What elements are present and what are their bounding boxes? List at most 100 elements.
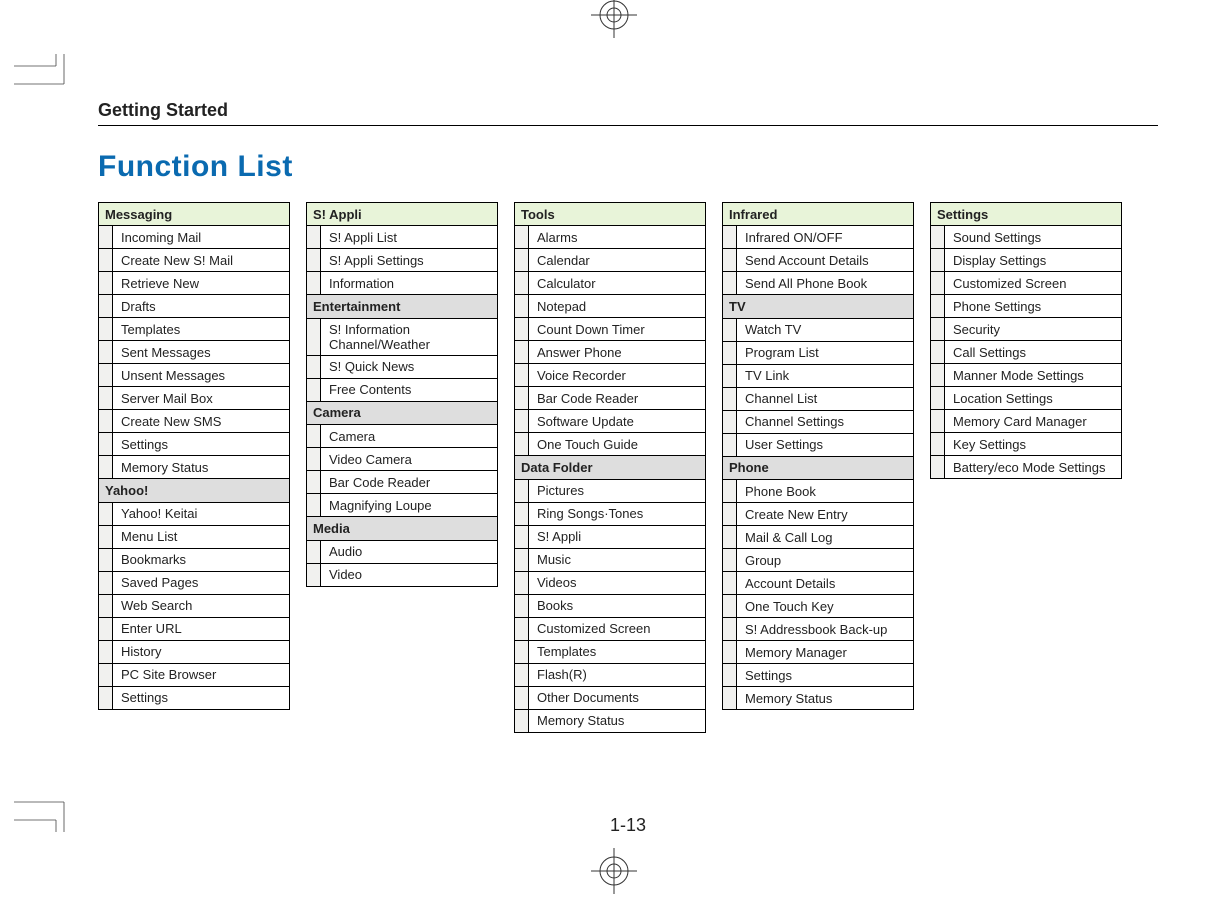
menu-item: Memory Status bbox=[529, 709, 706, 732]
menu-item-gutter bbox=[515, 318, 529, 341]
menu-item: Channel List bbox=[737, 387, 914, 410]
menu-item: Customized Screen bbox=[529, 617, 706, 640]
menu-item: Memory Manager bbox=[737, 641, 914, 664]
menu-item-gutter bbox=[931, 249, 945, 272]
registration-mark-bottom bbox=[591, 848, 637, 894]
menu-item-gutter bbox=[723, 364, 737, 387]
menu-item: Web Search bbox=[113, 594, 290, 617]
menu-item-gutter bbox=[99, 410, 113, 433]
menu-item-gutter bbox=[723, 387, 737, 410]
menu-item: Settings bbox=[737, 664, 914, 687]
menu-item-gutter bbox=[931, 272, 945, 295]
menu-item: Retrieve New bbox=[113, 272, 290, 295]
menu-item-gutter bbox=[307, 471, 321, 494]
menu-item-gutter bbox=[307, 272, 321, 295]
menu-item: Enter URL bbox=[113, 617, 290, 640]
menu-item-gutter bbox=[723, 664, 737, 687]
menu-item-gutter bbox=[931, 410, 945, 433]
menu-item: Music bbox=[529, 548, 706, 571]
menu-item-gutter bbox=[723, 595, 737, 618]
menu-item-gutter bbox=[723, 641, 737, 664]
menu-item: Answer Phone bbox=[529, 341, 706, 364]
menu-group: PhonePhone BookCreate New EntryMail & Ca… bbox=[722, 457, 914, 711]
menu-group-header: Phone bbox=[723, 457, 914, 480]
menu-item-gutter bbox=[723, 480, 737, 503]
menu-group-header: Messaging bbox=[99, 203, 290, 226]
chapter-heading: Getting Started bbox=[98, 100, 1158, 121]
menu-item-gutter bbox=[723, 226, 737, 249]
menu-item-gutter bbox=[515, 686, 529, 709]
menu-column: MessagingIncoming MailCreate New S! Mail… bbox=[98, 202, 290, 710]
menu-item-gutter bbox=[723, 549, 737, 572]
menu-item: Free Contents bbox=[321, 378, 498, 401]
menu-column: ToolsAlarmsCalendarCalculatorNotepadCoun… bbox=[514, 202, 706, 733]
menu-item: Sound Settings bbox=[945, 226, 1122, 249]
menu-item-gutter bbox=[723, 410, 737, 433]
menu-group-header: Entertainment bbox=[307, 295, 498, 318]
registration-mark-top bbox=[591, 0, 637, 38]
menu-item-gutter bbox=[931, 364, 945, 387]
menu-item: Create New SMS bbox=[113, 410, 290, 433]
menu-item-gutter bbox=[99, 686, 113, 709]
menu-item: Account Details bbox=[737, 572, 914, 595]
menu-item: S! Quick News bbox=[321, 355, 498, 378]
menu-item: Group bbox=[737, 549, 914, 572]
menu-item: Send Account Details bbox=[737, 249, 914, 272]
menu-item: Display Settings bbox=[945, 249, 1122, 272]
menu-item: Camera bbox=[321, 425, 498, 448]
menu-item-gutter bbox=[99, 456, 113, 479]
menu-item-gutter bbox=[931, 341, 945, 364]
menu-item: Phone Book bbox=[737, 480, 914, 503]
menu-item-gutter bbox=[723, 433, 737, 456]
menu-item-gutter bbox=[99, 640, 113, 663]
menu-item: S! Appli List bbox=[321, 226, 498, 249]
menu-item: Bookmarks bbox=[113, 548, 290, 571]
menu-item: Unsent Messages bbox=[113, 364, 290, 387]
menu-item-gutter bbox=[307, 355, 321, 378]
menu-item-gutter bbox=[99, 594, 113, 617]
menu-item: Count Down Timer bbox=[529, 318, 706, 341]
menu-item-gutter bbox=[515, 272, 529, 295]
menu-item: Templates bbox=[529, 640, 706, 663]
menu-item-gutter bbox=[99, 387, 113, 410]
menu-item: Memory Status bbox=[737, 687, 914, 710]
menu-group: MediaAudioVideo bbox=[306, 517, 498, 587]
menu-item-gutter bbox=[99, 249, 113, 272]
menu-group: EntertainmentS! Information Channel/Weat… bbox=[306, 295, 498, 402]
menu-item: Incoming Mail bbox=[113, 226, 290, 249]
menu-item-gutter bbox=[723, 687, 737, 710]
menu-item-gutter bbox=[307, 448, 321, 471]
menu-item-gutter bbox=[931, 318, 945, 341]
menu-item-gutter bbox=[515, 410, 529, 433]
menu-item: S! Appli bbox=[529, 525, 706, 548]
menu-item-gutter bbox=[99, 341, 113, 364]
menu-item-gutter bbox=[99, 663, 113, 686]
menu-item-gutter bbox=[515, 640, 529, 663]
menu-item-gutter bbox=[99, 433, 113, 456]
menu-item-gutter bbox=[515, 249, 529, 272]
menu-item: Manner Mode Settings bbox=[945, 364, 1122, 387]
menu-item: Yahoo! Keitai bbox=[113, 502, 290, 525]
menu-item: Templates bbox=[113, 318, 290, 341]
menu-item: Magnifying Loupe bbox=[321, 494, 498, 517]
menu-item-gutter bbox=[723, 341, 737, 364]
menu-item: Memory Status bbox=[113, 456, 290, 479]
menu-item-gutter bbox=[931, 456, 945, 479]
menu-group-header: Settings bbox=[931, 203, 1122, 226]
crop-mark-top-left bbox=[14, 54, 74, 96]
menu-item: Software Update bbox=[529, 410, 706, 433]
menu-item: Create New Entry bbox=[737, 503, 914, 526]
menu-item: Location Settings bbox=[945, 387, 1122, 410]
menu-item: Flash(R) bbox=[529, 663, 706, 686]
menu-item-gutter bbox=[723, 249, 737, 272]
menu-item: Voice Recorder bbox=[529, 364, 706, 387]
menu-group: ToolsAlarmsCalendarCalculatorNotepadCoun… bbox=[514, 202, 706, 456]
menu-item-gutter bbox=[515, 548, 529, 571]
menu-item-gutter bbox=[307, 378, 321, 401]
menu-item: Books bbox=[529, 594, 706, 617]
menu-item-gutter bbox=[515, 226, 529, 249]
menu-item: Infrared ON/OFF bbox=[737, 226, 914, 249]
menu-item: Videos bbox=[529, 571, 706, 594]
menu-item: History bbox=[113, 640, 290, 663]
menu-item: Audio bbox=[321, 540, 498, 563]
